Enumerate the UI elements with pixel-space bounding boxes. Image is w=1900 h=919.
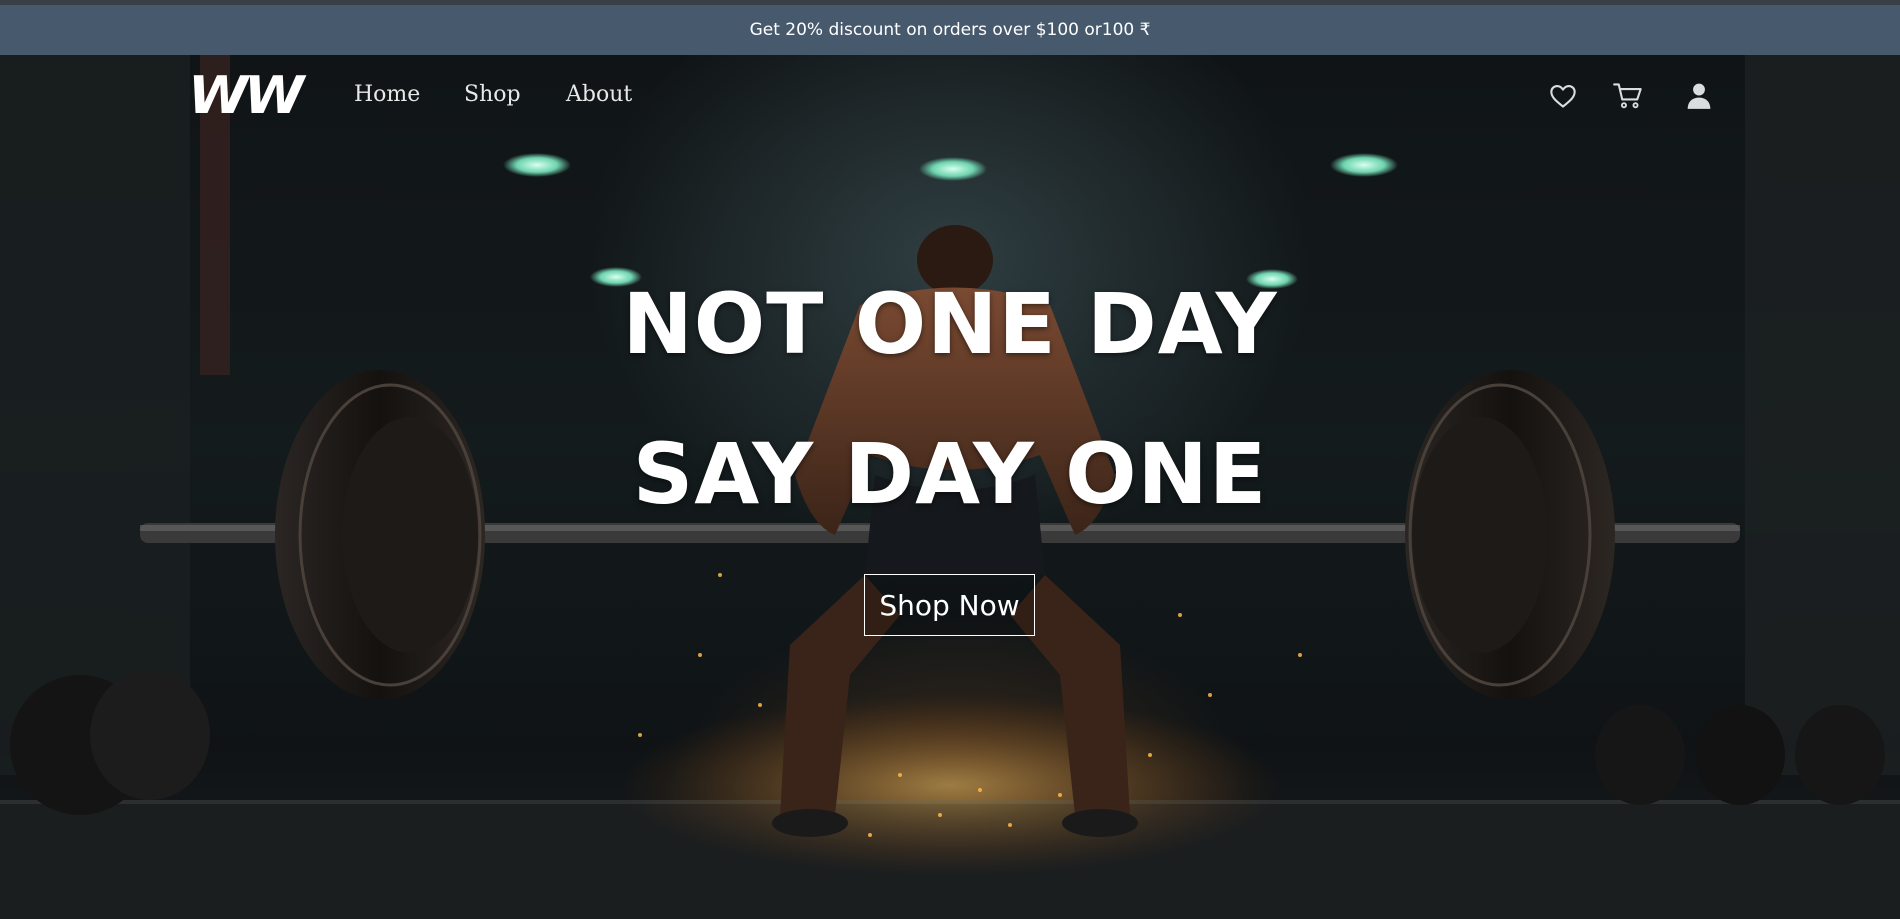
- nav-link-about[interactable]: About: [566, 82, 632, 107]
- cart-icon: [1613, 83, 1642, 109]
- hero-headline-line-1: NOT ONE DAY: [622, 275, 1278, 373]
- nav-link-home[interactable]: Home: [354, 82, 420, 107]
- account-button[interactable]: [1682, 79, 1716, 113]
- heart-icon: [1550, 85, 1576, 108]
- cart-button[interactable]: [1611, 79, 1645, 113]
- promo-text: Get 20% discount on orders over $100 or1…: [749, 20, 1151, 40]
- promo-banner: Get 20% discount on orders over $100 or1…: [0, 5, 1900, 55]
- hero-headline-line-2: SAY DAY ONE: [632, 425, 1268, 523]
- shop-now-button[interactable]: Shop Now: [864, 574, 1035, 636]
- nav-link-shop[interactable]: Shop: [464, 82, 521, 107]
- site-header: WW Home Shop About: [0, 55, 1900, 135]
- user-icon: [1687, 83, 1711, 109]
- wishlist-button[interactable]: [1546, 79, 1580, 113]
- brand-logo[interactable]: WW: [188, 70, 304, 122]
